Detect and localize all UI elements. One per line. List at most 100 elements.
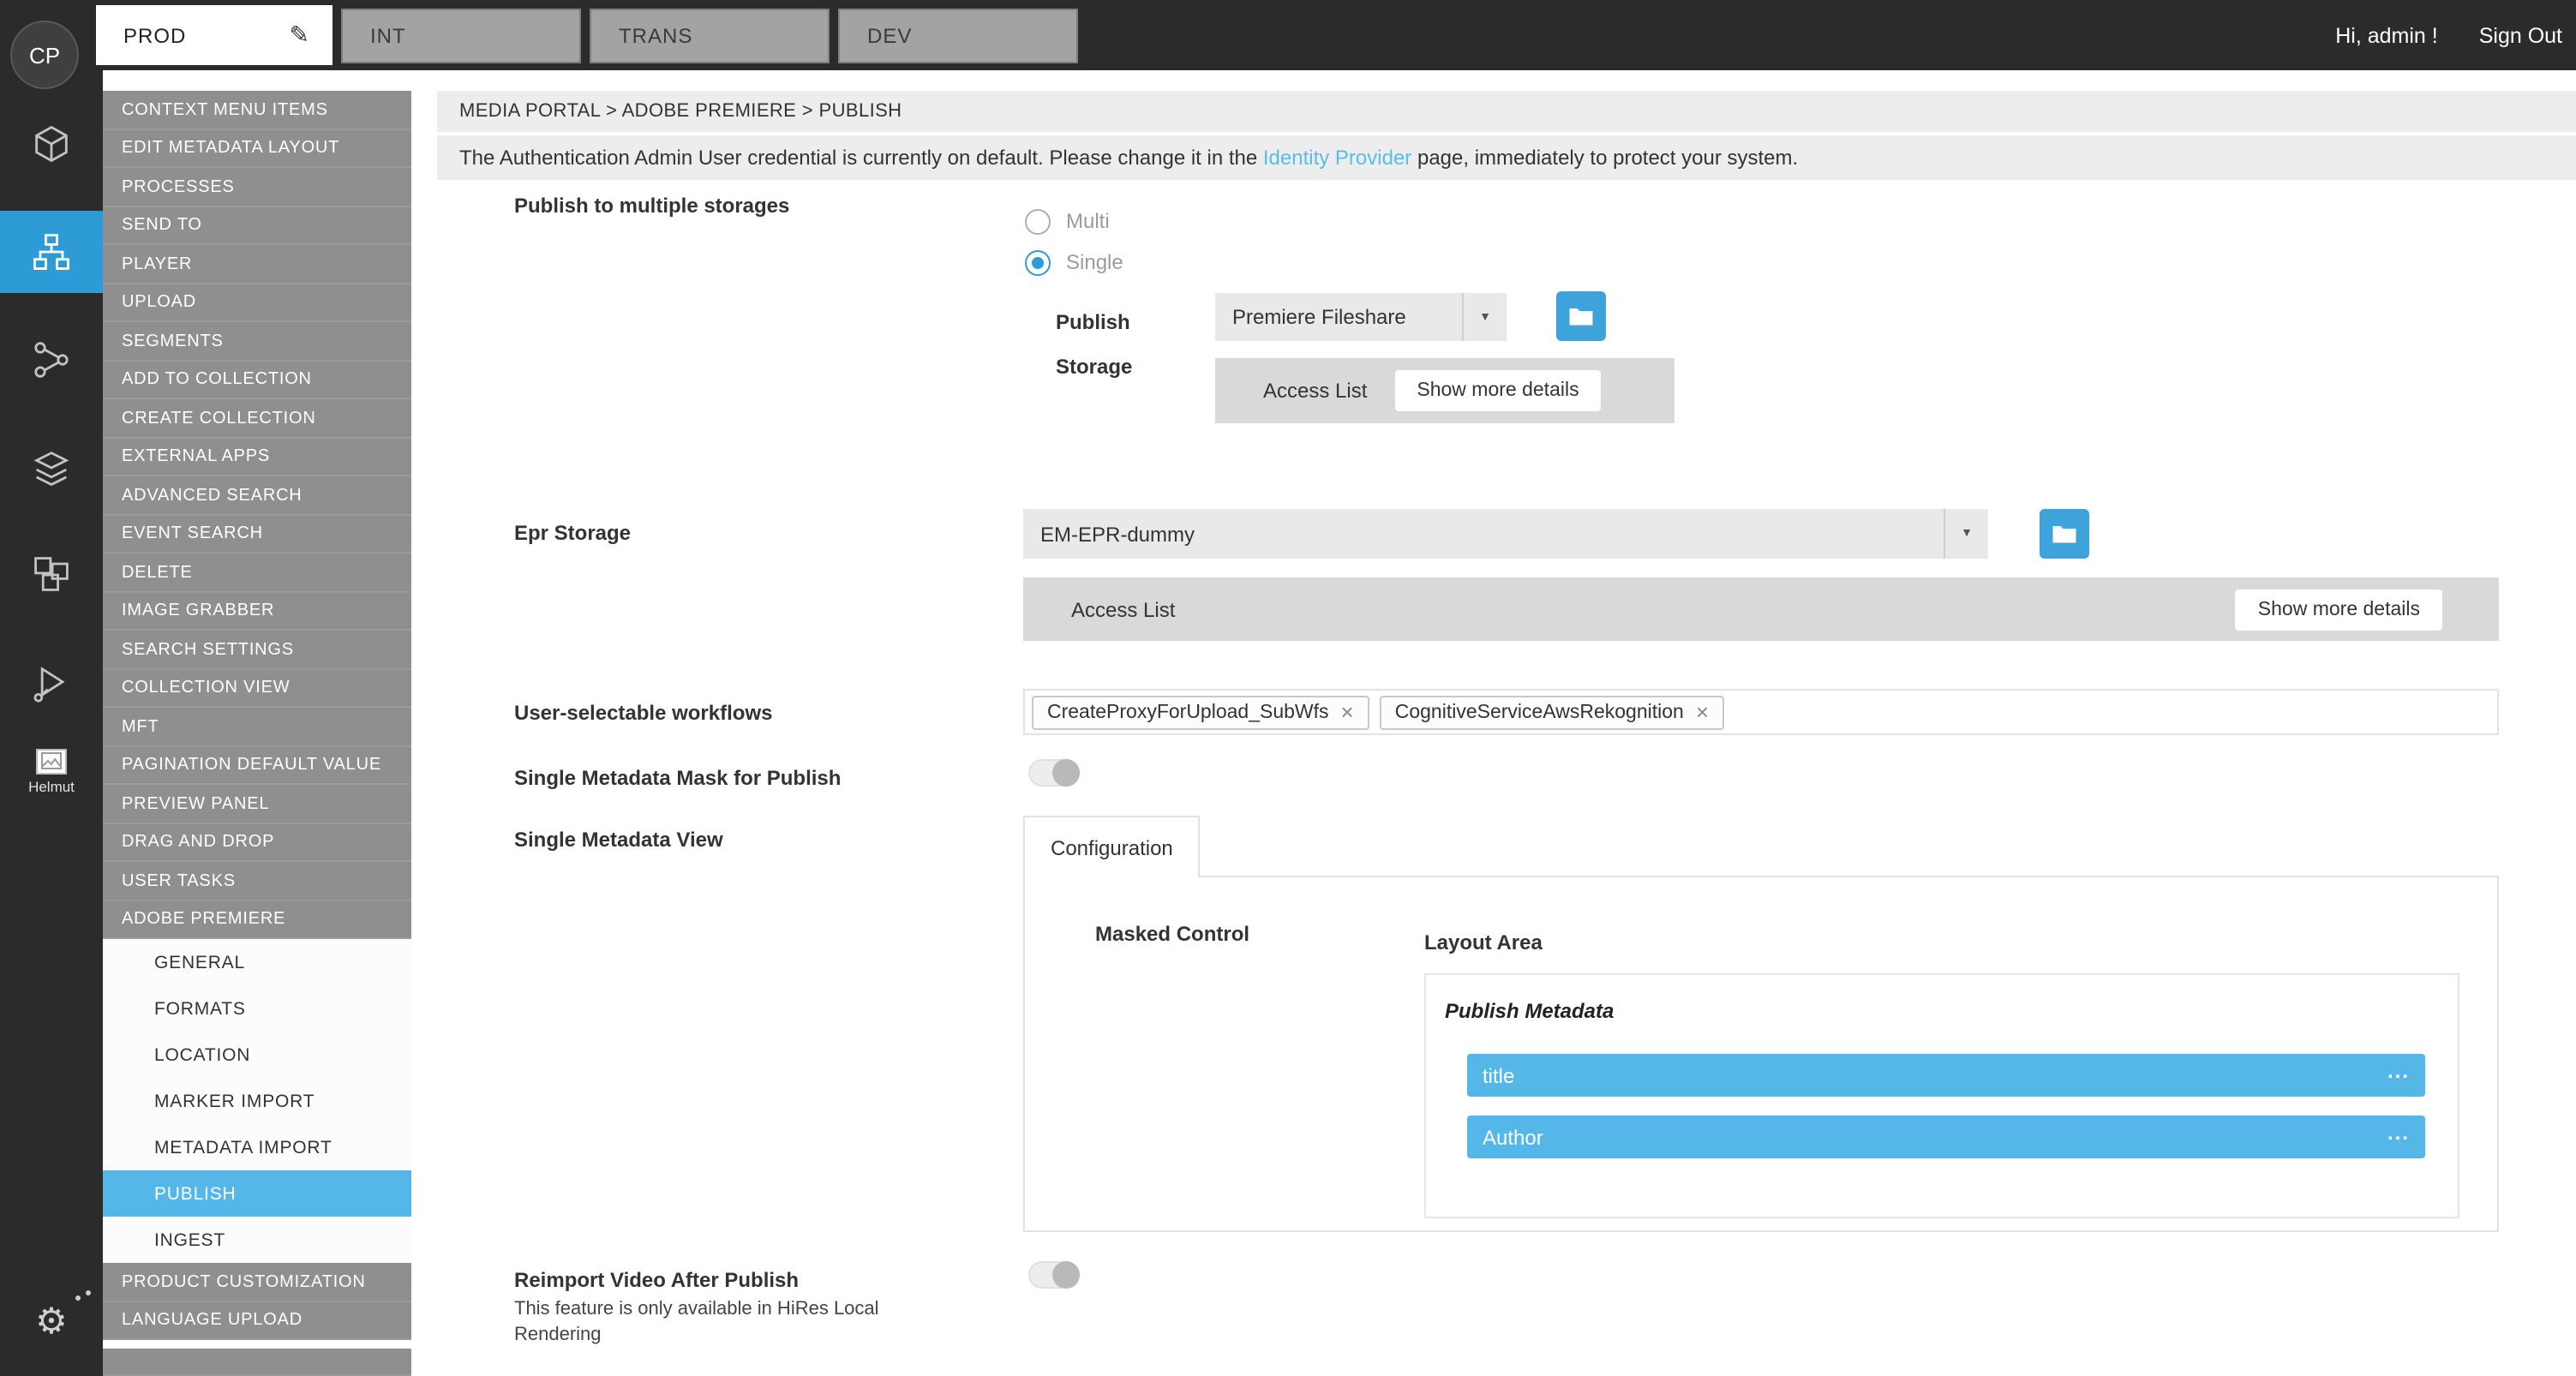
sidebar-item[interactable]: UPLOAD — [103, 284, 411, 322]
sidebar-item[interactable]: PLAYER — [103, 245, 411, 284]
epr-storage-browse-button[interactable] — [2040, 509, 2089, 559]
user-greeting: Hi, admin ! — [2335, 23, 2438, 47]
publish-storage-label: Publish Storage — [1056, 300, 1193, 389]
workflow-tag[interactable]: CognitiveServiceAwsRekognition × — [1380, 695, 1724, 729]
publish-storage-access-box: Access List Show more details — [1215, 358, 1674, 423]
warning-text-after: page, immediately to protect your system… — [1411, 146, 1798, 170]
radio-multi-label: Multi — [1066, 209, 1110, 233]
radio-single[interactable] — [1025, 249, 1051, 275]
environment-tab[interactable]: TRANS ✎ — [590, 9, 830, 63]
publish-storage-value: Premiere Fileshare — [1215, 293, 1462, 341]
remove-tag-icon[interactable]: × — [1696, 701, 1709, 723]
sidebar-item[interactable]: EDIT METADATA LAYOUT — [103, 129, 411, 168]
environment-tab[interactable]: INT ✎ — [341, 9, 581, 63]
sidebar-item[interactable]: SEARCH SETTINGS — [103, 631, 411, 669]
sidebar-subitem[interactable]: METADATA IMPORT — [103, 1124, 411, 1170]
toggle-knob — [1052, 1261, 1080, 1289]
sidebar-item[interactable]: ADD TO COLLECTION — [103, 361, 411, 399]
gear-dots-icon — [75, 1295, 81, 1301]
sidebar-item[interactable]: EVENT SEARCH — [103, 515, 411, 553]
sidebar-item-partial[interactable] — [103, 1349, 411, 1376]
topbar-user-area: Hi, admin ! Sign Out — [2335, 0, 2562, 70]
radio-row-single: Single — [1025, 242, 1123, 283]
epr-storage-value: EM-EPR-dummy — [1023, 509, 1944, 559]
radio-multi[interactable] — [1025, 208, 1051, 234]
environment-tab[interactable]: DEV ✎ — [838, 9, 1078, 63]
more-options-icon[interactable]: ... — [2387, 1120, 2410, 1144]
sidebar-item[interactable]: ADOBE PREMIERE — [103, 900, 411, 939]
icon-rail: Helmut ⚙ — [0, 70, 103, 1376]
breadcrumb: MEDIA PORTAL > ADOBE PREMIERE > PUBLISH — [437, 91, 2576, 132]
sign-out-button[interactable]: Sign Out — [2479, 23, 2562, 47]
sidebar-item[interactable]: SEND TO — [103, 206, 411, 245]
sidebar-item[interactable]: ADVANCED SEARCH — [103, 476, 411, 515]
sidebar-item[interactable]: LANGUAGE UPLOAD — [103, 1301, 411, 1340]
sidebar-item[interactable]: USER TASKS — [103, 862, 411, 900]
sidebar-item[interactable]: PAGINATION DEFAULT VALUE — [103, 746, 411, 785]
toggle-knob — [1052, 759, 1080, 787]
chevron-down-icon: ▼ — [1944, 509, 1988, 559]
settings-gear-icon[interactable]: ⚙ — [0, 1280, 103, 1362]
metadata-field-bar[interactable]: Author ... — [1467, 1116, 2425, 1158]
helmut-label: Helmut — [28, 777, 75, 794]
single-mask-label: Single Metadata Mask for Publish — [514, 766, 841, 790]
more-options-icon[interactable]: ... — [2387, 1058, 2410, 1082]
publish-storage-select[interactable]: Premiere Fileshare ▼ — [1215, 293, 1507, 341]
adobe-premiere-subsection: GENERAL FORMATS LOCATION MARKER IMPORT M… — [103, 939, 411, 1263]
remove-tag-icon[interactable]: × — [1341, 701, 1354, 723]
sidebar-subitem[interactable]: INGEST — [103, 1217, 411, 1263]
sidebar-item[interactable]: MFT — [103, 708, 411, 746]
sidebar-item[interactable]: COLLECTION VIEW — [103, 669, 411, 708]
sidebar-item[interactable]: SEGMENTS — [103, 322, 411, 361]
access-list-label: Access List — [1263, 379, 1367, 403]
play-node-icon[interactable] — [0, 643, 103, 725]
user-avatar[interactable]: CP — [10, 21, 79, 89]
tab-configuration[interactable]: Configuration — [1023, 816, 1201, 877]
sidebar-subitem[interactable]: PUBLISH — [103, 1170, 411, 1217]
settings-sidebar: CONTEXT MENU ITEMS EDIT METADATA LAYOUT … — [103, 91, 411, 1376]
epr-storage-label: Epr Storage — [514, 521, 631, 545]
sidebar-item[interactable]: PROCESSES — [103, 168, 411, 206]
environment-tab[interactable]: PROD ✎ — [96, 5, 332, 65]
workflow-tags-input[interactable]: CreateProxyForUpload_SubWfs × CognitiveS… — [1023, 689, 2499, 735]
folder-icon — [1568, 305, 1594, 327]
layout-area-label: Layout Area — [1424, 930, 1543, 954]
show-more-details-button[interactable]: Show more details — [2236, 589, 2442, 630]
radio-single-label: Single — [1066, 250, 1123, 274]
layout-area-box: Publish Metadata title ... Author ... — [1424, 973, 2459, 1218]
reimport-toggle[interactable] — [1028, 1261, 1080, 1289]
sidebar-item[interactable]: CONTEXT MENU ITEMS — [103, 91, 411, 129]
layers-icon[interactable] — [0, 427, 103, 509]
sidebar-item[interactable]: CREATE COLLECTION — [103, 399, 411, 438]
sidebar-subitem[interactable]: FORMATS — [103, 985, 411, 1032]
warning-text-before: The Authentication Admin User credential… — [459, 146, 1263, 170]
publish-storage-browse-button[interactable] — [1556, 291, 1606, 341]
epr-storage-access-box: Access List Show more details — [1023, 577, 2499, 641]
epr-storage-select[interactable]: EM-EPR-dummy ▼ — [1023, 509, 1988, 559]
cubes-icon[interactable] — [0, 103, 103, 185]
sidebar-item[interactable]: PREVIEW PANEL — [103, 785, 411, 823]
single-mask-toggle[interactable] — [1028, 759, 1080, 787]
helmut-logo[interactable]: Helmut — [0, 735, 103, 807]
frames-icon[interactable] — [0, 533, 103, 615]
top-bar: PROD ✎ INT ✎ TRANS ✎ DEV ✎ Hi, admin ! S… — [0, 0, 2576, 70]
sidebar-subitem[interactable]: GENERAL — [103, 939, 411, 985]
workflow-tag[interactable]: CreateProxyForUpload_SubWfs × — [1032, 695, 1369, 729]
edit-pen-icon[interactable]: ✎ — [290, 21, 310, 50]
warning-banner: The Authentication Admin User credential… — [437, 135, 2576, 180]
identity-provider-link[interactable]: Identity Provider — [1263, 146, 1411, 170]
sidebar-item[interactable]: DELETE — [103, 553, 411, 592]
access-list-label: Access List — [1071, 597, 1175, 621]
sidebar-item[interactable]: IMAGE GRABBER — [103, 592, 411, 631]
share-branch-icon[interactable] — [0, 319, 103, 401]
show-more-details-button[interactable]: Show more details — [1394, 370, 1601, 411]
sidebar-subitem[interactable]: LOCATION — [103, 1032, 411, 1078]
metadata-field-bar[interactable]: title ... — [1467, 1054, 2425, 1097]
sidebar-item[interactable]: EXTERNAL APPS — [103, 438, 411, 476]
sidebar-item[interactable]: DRAG AND DROP — [103, 823, 411, 862]
sidebar-subitem[interactable]: MARKER IMPORT — [103, 1078, 411, 1124]
reimport-hint: This feature is only available in HiRes … — [514, 1297, 917, 1347]
workflow-designer-icon[interactable] — [0, 211, 103, 293]
masked-control-label: Masked Control — [1095, 922, 1249, 946]
sidebar-item[interactable]: PRODUCT CUSTOMIZATION — [103, 1263, 411, 1301]
